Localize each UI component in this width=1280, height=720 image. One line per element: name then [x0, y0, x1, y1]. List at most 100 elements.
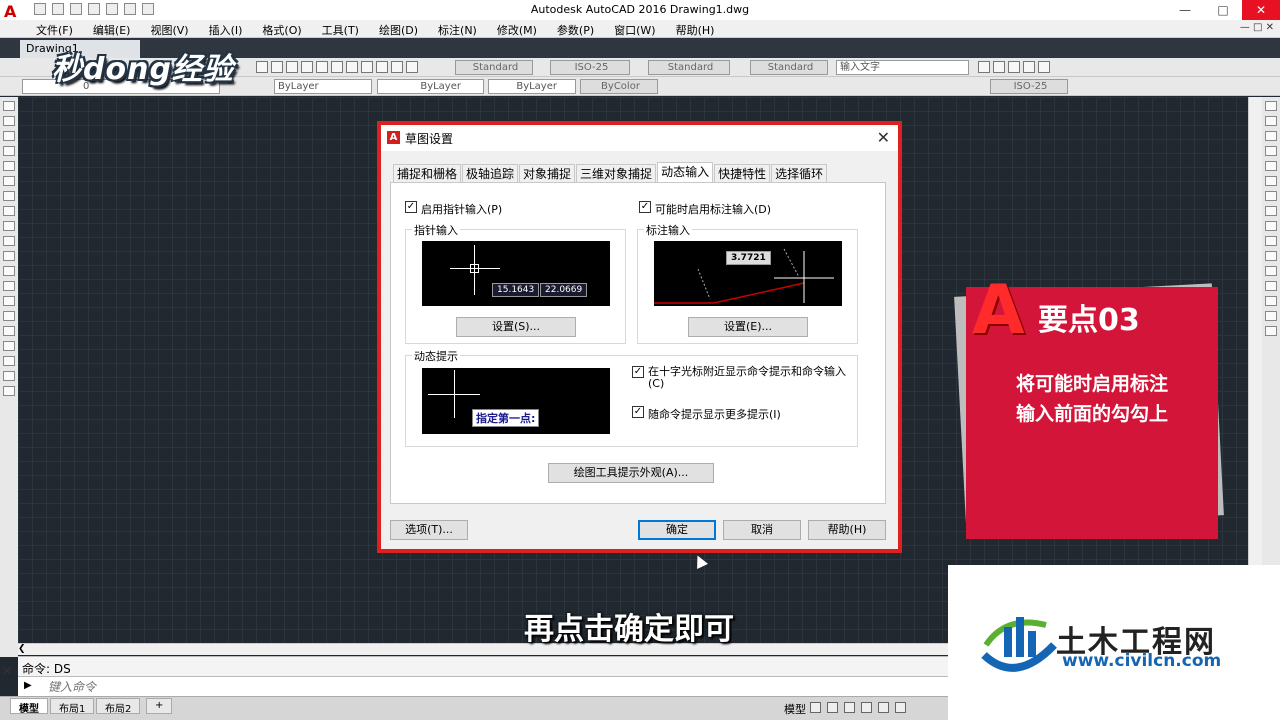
close-window-icon[interactable]: ✕	[1242, 0, 1280, 20]
ellipse-icon[interactable]	[3, 236, 15, 246]
menu-view[interactable]: 视图(V)	[150, 22, 188, 38]
point-icon[interactable]	[3, 296, 15, 306]
match-layer-icon[interactable]	[1023, 61, 1035, 73]
menu-parametric[interactable]: 参数(P)	[557, 22, 594, 38]
pointer-settings-button[interactable]: 设置(S)...	[456, 317, 576, 337]
checkbox-box[interactable]: ✓	[639, 201, 651, 213]
pan-icon[interactable]	[256, 61, 268, 73]
tab-snap-grid[interactable]: 捕捉和栅格	[393, 164, 462, 182]
line-icon[interactable]	[3, 101, 15, 111]
explode-icon[interactable]	[1265, 326, 1277, 336]
minimize-icon[interactable]: —	[1166, 0, 1204, 20]
table-style-select[interactable]: Standard	[648, 60, 730, 75]
zoom-icon[interactable]	[271, 61, 283, 73]
tab-object-snap[interactable]: 对象捕捉	[519, 164, 576, 182]
search-input[interactable]: 输入文字	[836, 60, 969, 75]
ellipse-arc-icon[interactable]	[3, 251, 15, 261]
checkbox-box[interactable]: ✓	[632, 366, 644, 378]
tool-palette-icon[interactable]	[346, 61, 358, 73]
circle-icon[interactable]	[3, 191, 15, 201]
revcloud-icon[interactable]	[3, 206, 15, 216]
maximize-icon[interactable]: □	[1204, 0, 1242, 20]
mirror-icon[interactable]	[1265, 131, 1277, 141]
status-model-label[interactable]: 模型	[784, 701, 806, 717]
hatch-icon[interactable]	[3, 311, 15, 321]
scale-icon[interactable]	[1265, 206, 1277, 216]
menu-window[interactable]: 窗口(W)	[614, 22, 655, 38]
stretch-icon[interactable]	[1265, 221, 1277, 231]
erase-icon[interactable]	[1265, 101, 1277, 111]
polygon-icon[interactable]	[3, 146, 15, 156]
tooltip-appearance-button[interactable]: 绘图工具提示外观(A)...	[548, 463, 714, 483]
command-close-icon[interactable]: ✕	[2, 664, 16, 692]
dimension-settings-button[interactable]: 设置(E)...	[688, 317, 808, 337]
layer-prev-icon[interactable]	[1008, 61, 1020, 73]
command-input[interactable]	[48, 679, 648, 695]
join-icon[interactable]	[1265, 281, 1277, 291]
tab-dynamic-input[interactable]: 动态输入	[657, 162, 714, 182]
make-block-icon[interactable]	[3, 281, 15, 291]
layer-iso-icon[interactable]	[1038, 61, 1050, 73]
tab-layout2[interactable]: 布局2	[96, 698, 141, 715]
tab-selection-cycling[interactable]: 选择循环	[771, 164, 828, 182]
gradient-icon[interactable]	[3, 326, 15, 336]
checkbox-box[interactable]: ✓	[405, 201, 417, 213]
show-prompts-checkbox[interactable]: ✓ 在十字光标附近显示命令提示和命令输入(C)	[632, 366, 854, 390]
polyline-icon[interactable]	[3, 131, 15, 141]
table-icon[interactable]	[3, 356, 15, 366]
grid-icon[interactable]	[810, 702, 821, 713]
calculator-icon[interactable]	[391, 61, 403, 73]
trim-icon[interactable]	[1265, 236, 1277, 246]
tab-quick-properties[interactable]: 快捷特性	[714, 164, 771, 182]
menu-dimension[interactable]: 标注(N)	[438, 22, 477, 38]
zoom-previous-icon[interactable]	[301, 61, 313, 73]
enable-pointer-checkbox[interactable]: ✓ 启用指针输入(P)	[405, 201, 502, 217]
dim-style-select-2[interactable]: ISO-25	[990, 79, 1068, 94]
layer-state-icon[interactable]	[993, 61, 1005, 73]
vertical-scrollbar[interactable]	[1248, 97, 1262, 643]
add-layout-icon[interactable]: +	[146, 698, 173, 714]
osnap-icon[interactable]	[878, 702, 889, 713]
markup-icon[interactable]	[376, 61, 388, 73]
help-icon[interactable]	[406, 61, 418, 73]
rotate-icon[interactable]	[1265, 191, 1277, 201]
text-style-select[interactable]: Standard	[455, 60, 533, 75]
cancel-button[interactable]: 取消	[723, 520, 801, 540]
tab-polar-tracking[interactable]: 极轴追踪	[462, 164, 519, 182]
add-selected-icon[interactable]	[3, 386, 15, 396]
menu-help[interactable]: 帮助(H)	[676, 22, 715, 38]
fillet-icon[interactable]	[1265, 311, 1277, 321]
ortho-icon[interactable]	[844, 702, 855, 713]
horizontal-scrollbar[interactable]: ❮	[18, 643, 948, 655]
options-button[interactable]: 选项(T)...	[390, 520, 468, 540]
linetype-select[interactable]: ByLayer	[377, 79, 484, 94]
region-icon[interactable]	[3, 341, 15, 351]
help-button[interactable]: 帮助(H)	[808, 520, 886, 540]
array-icon[interactable]	[1265, 161, 1277, 171]
menu-draw[interactable]: 绘图(D)	[379, 22, 418, 38]
dialog-close-icon[interactable]: ✕	[877, 128, 890, 147]
mtext-icon[interactable]	[3, 371, 15, 381]
construction-line-icon[interactable]	[3, 116, 15, 126]
move-icon[interactable]	[1265, 176, 1277, 186]
mleader-style-select[interactable]: Standard	[750, 60, 828, 75]
zoom-window-icon[interactable]	[286, 61, 298, 73]
menu-tools[interactable]: 工具(T)	[322, 22, 359, 38]
break-icon[interactable]	[1265, 266, 1277, 276]
dim-style-select[interactable]: ISO-25	[550, 60, 630, 75]
sheet-set-icon[interactable]	[361, 61, 373, 73]
arc-icon[interactable]	[3, 176, 15, 186]
otrack-icon[interactable]	[895, 702, 906, 713]
menu-modify[interactable]: 修改(M)	[497, 22, 537, 38]
insert-block-icon[interactable]	[3, 266, 15, 276]
lineweight-select[interactable]: ByLayer	[488, 79, 576, 94]
ok-button[interactable]: 确定	[638, 520, 716, 540]
copy-icon[interactable]	[1265, 116, 1277, 126]
color-select[interactable]: ByLayer	[274, 79, 372, 94]
checkbox-box[interactable]: ✓	[632, 406, 644, 418]
menu-edit[interactable]: 编辑(E)	[93, 22, 131, 38]
tab-3d-object-snap[interactable]: 三维对象捕捉	[576, 164, 657, 182]
chamfer-icon[interactable]	[1265, 296, 1277, 306]
extend-icon[interactable]	[1265, 251, 1277, 261]
properties-icon[interactable]	[316, 61, 328, 73]
